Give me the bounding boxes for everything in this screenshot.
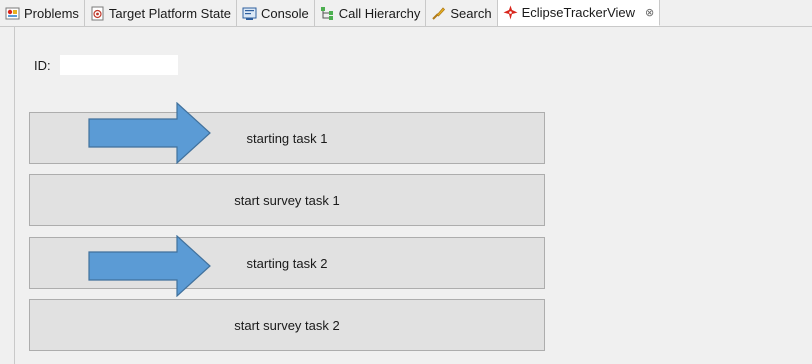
- tab-eclipse-tracker-view[interactable]: EclipseTrackerView ⊗: [497, 0, 661, 26]
- task-button-start-survey-task-1[interactable]: start survey task 1: [29, 174, 545, 226]
- tracker-icon: [503, 5, 518, 20]
- task-button-start-survey-task-2[interactable]: start survey task 2: [29, 299, 545, 351]
- tab-label: Call Hierarchy: [338, 5, 421, 21]
- tab-target-platform-state[interactable]: Target Platform State: [85, 0, 238, 26]
- tab-label: Search: [450, 5, 492, 21]
- highlight-arrow-icon: [88, 235, 211, 297]
- highlight-arrow-icon: [88, 102, 211, 164]
- tab-console[interactable]: Console: [237, 0, 315, 26]
- tab-label: Target Platform State: [108, 5, 232, 21]
- tab-call-hierarchy[interactable]: Call Hierarchy: [315, 0, 427, 26]
- tab-label: Console: [261, 5, 309, 21]
- tab-label: Problems: [24, 5, 79, 21]
- console-icon: [242, 6, 257, 21]
- tab-search[interactable]: Search: [426, 0, 498, 26]
- close-icon[interactable]: ⊗: [645, 6, 654, 19]
- target-platform-icon: [90, 6, 105, 21]
- problems-icon: [5, 6, 20, 21]
- task-button-label: starting task 1: [246, 130, 328, 146]
- search-icon: [431, 6, 446, 21]
- task-button-label: starting task 2: [246, 255, 328, 271]
- task-button-label: start survey task 1: [234, 192, 340, 208]
- id-input[interactable]: [60, 55, 178, 75]
- tab-label: EclipseTrackerView: [521, 5, 636, 20]
- id-label: ID:: [34, 58, 51, 73]
- tab-problems[interactable]: Problems: [0, 0, 85, 26]
- task-button-label: start survey task 2: [234, 317, 340, 333]
- call-hierarchy-icon: [320, 6, 335, 21]
- view-tab-bar: Problems Target Platform State Console C…: [0, 0, 812, 27]
